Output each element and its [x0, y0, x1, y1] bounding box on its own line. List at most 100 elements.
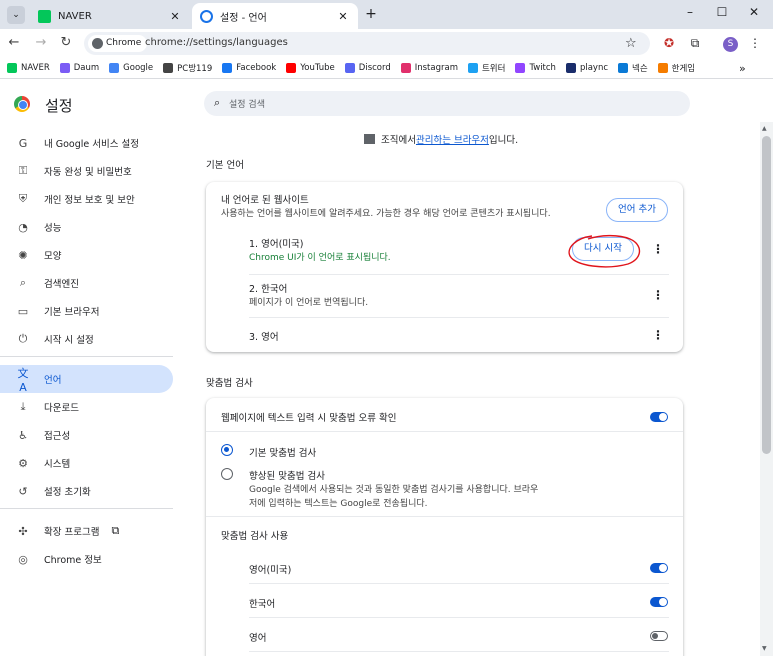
sidebar-item-default-browser[interactable]: ▭ 기본 브라우저: [0, 297, 173, 325]
url-text[interactable]: chrome://settings/languages: [145, 37, 288, 48]
divider: [249, 651, 669, 652]
site-info-chip[interactable]: Chrome: [88, 35, 148, 52]
search-placeholder: 설정 검색: [229, 100, 265, 110]
bookmark-item[interactable]: Twitch: [515, 63, 556, 73]
more-actions-icon[interactable]: ⋮: [652, 328, 664, 342]
tab-settings-language[interactable]: 설정 - 언어 ✕: [192, 3, 358, 29]
bookmark-item[interactable]: NAVER: [7, 63, 50, 73]
about-chrome-icon: ◎: [18, 552, 28, 566]
more-actions-icon[interactable]: ⋮: [652, 242, 664, 256]
sidebar-item-system[interactable]: ⚙ 시스템: [0, 449, 173, 477]
accessibility-icon: ♿: [18, 428, 28, 442]
spellcheck-language-toggle[interactable]: [650, 563, 668, 573]
spellcheck-language-name: 영어: [249, 633, 267, 644]
section-title-spellcheck: 맞춤법 검사: [206, 378, 253, 389]
bookmark-item[interactable]: 트위터: [467, 62, 505, 74]
extensions-puzzle-icon[interactable]: ⧉: [686, 36, 704, 51]
tab-search-chevron-icon[interactable]: ⌄: [7, 6, 25, 24]
bookmark-item[interactable]: Instagram: [400, 63, 458, 73]
sidebar-item-extensions[interactable]: ✣ 확장 프로그램 ⧉: [0, 517, 173, 545]
bookmark-label: 넥슨: [632, 64, 648, 74]
spellcheck-use-title: 맞춤법 검사 사용: [221, 531, 289, 542]
bookmark-favicon-icon: [7, 63, 17, 73]
sidebar-item-privacy[interactable]: ⛨ 개인 정보 보호 및 보안: [0, 185, 173, 213]
bookmark-item[interactable]: 넥슨: [618, 62, 648, 74]
scroll-down-arrow-icon[interactable]: ▼: [762, 645, 767, 652]
sidebar-item-on-startup[interactable]: ⏻ 시작 시 설정: [0, 325, 173, 353]
sidebar-item-performance[interactable]: ◔ 성능: [0, 213, 173, 241]
managed-browser-link[interactable]: 관리하는 브라우저: [416, 132, 489, 146]
forward-arrow-icon[interactable]: →: [32, 35, 50, 50]
bookmark-favicon-icon: [163, 63, 174, 73]
bookmark-item[interactable]: Discord: [344, 63, 391, 73]
tab-naver[interactable]: NAVER ✕: [30, 3, 190, 29]
spellcheck-toggle[interactable]: [650, 412, 668, 422]
sidebar-item-label: 접근성: [44, 431, 71, 442]
sidebar-item-search-engine[interactable]: ⌕ 검색엔진: [0, 269, 173, 297]
sidebar-item-downloads[interactable]: ⤓ 다운로드: [0, 393, 173, 421]
default-browser-icon: ▭: [17, 304, 29, 318]
tab-strip: ⌄ NAVER ✕ 설정 - 언어 ✕ + – ☐ ✕: [0, 0, 773, 29]
minimize-icon[interactable]: –: [676, 5, 704, 19]
chrome-menu-icon[interactable]: ⋮: [746, 36, 764, 50]
settings-gear-favicon-icon: [200, 9, 213, 23]
bookmark-item[interactable]: 한게임: [657, 62, 695, 74]
bookmark-item[interactable]: plaync: [565, 63, 608, 73]
sidebar-item-google-services[interactable]: G 내 Google 서비스 설정: [0, 129, 173, 157]
sidebar-divider: [0, 356, 173, 357]
bookmark-item[interactable]: PC방119: [163, 62, 212, 74]
bookmark-label: Instagram: [414, 63, 458, 73]
browser-toolbar: ← → ↻ Chrome chrome://settings/languages…: [0, 29, 773, 58]
close-tab-icon[interactable]: ✕: [336, 10, 350, 23]
settings-search-input[interactable]: ⌕ 설정 검색: [204, 91, 690, 116]
bookmark-favicon-icon: [618, 63, 629, 73]
bookmark-favicon-icon: [515, 63, 526, 73]
system-icon: ⚙: [18, 456, 28, 470]
extensions-icon: ✣: [18, 524, 28, 538]
scrollbar-thumb[interactable]: [762, 136, 771, 454]
basic-spellcheck-label: 기본 맞춤법 검사: [249, 448, 317, 459]
profile-avatar[interactable]: S: [723, 37, 738, 52]
sidebar-item-reset[interactable]: ↺ 설정 초기화: [0, 477, 173, 505]
bookmark-label: Discord: [358, 63, 391, 73]
more-actions-icon[interactable]: ⋮: [652, 288, 664, 302]
back-arrow-icon[interactable]: ←: [5, 35, 23, 50]
sidebar-item-autofill[interactable]: ⚿ 자동 완성 및 비밀번호: [0, 157, 173, 185]
add-language-button[interactable]: 언어 추가: [606, 198, 668, 222]
close-window-icon[interactable]: ✕: [740, 5, 768, 19]
extension-icon[interactable]: ✪: [660, 36, 678, 50]
enhanced-spellcheck-radio[interactable]: [221, 468, 233, 480]
managed-browser-notice: 조직에서 관리하는 브라우저 입니다.: [364, 132, 518, 146]
bookmark-favicon-icon: [344, 63, 355, 73]
languages-icon: 文A: [17, 366, 29, 394]
close-tab-icon[interactable]: ✕: [168, 10, 182, 23]
maximize-icon[interactable]: ☐: [708, 5, 736, 19]
spellcheck-language-toggle[interactable]: [650, 597, 668, 607]
sidebar-item-accessibility[interactable]: ♿ 접근성: [0, 421, 173, 449]
search-icon: ⌕: [214, 96, 221, 109]
spellcheck-language-toggle[interactable]: [650, 631, 668, 641]
bookmark-item[interactable]: YouTube: [286, 63, 335, 73]
bookmark-favicon-icon: [657, 63, 668, 73]
language-item-sub: Chrome UI가 이 언어로 표시됩니다.: [249, 253, 391, 263]
bookmark-item[interactable]: Facebook: [222, 63, 276, 73]
sidebar-item-label: 언어: [44, 375, 62, 386]
sidebar-item-label: 개인 정보 보호 및 보안: [44, 195, 135, 206]
google-services-icon: G: [18, 136, 28, 150]
basic-spellcheck-radio[interactable]: [221, 444, 233, 456]
card-description: 사용하는 언어를 웹사이트에 알려주세요. 가능한 경우 해당 언어로 콘텐츠가…: [221, 209, 551, 219]
bookmark-item[interactable]: Daum: [59, 63, 99, 73]
new-tab-plus-icon[interactable]: +: [363, 6, 379, 22]
bookmark-item[interactable]: Google: [109, 63, 153, 73]
divider: [206, 431, 683, 432]
more-bookmarks-icon[interactable]: »: [739, 62, 746, 75]
sidebar-item-appearance[interactable]: ✺ 모양: [0, 241, 173, 269]
reload-icon[interactable]: ↻: [57, 35, 75, 50]
sidebar-item-languages[interactable]: 文A 언어: [0, 365, 173, 394]
bookmark-star-icon[interactable]: ☆: [625, 36, 637, 51]
address-bar[interactable]: Chrome chrome://settings/languages ☆: [84, 32, 650, 55]
scroll-up-arrow-icon[interactable]: ▲: [762, 125, 767, 132]
sidebar-item-about-chrome[interactable]: ◎ Chrome 정보: [0, 545, 173, 573]
on-startup-icon: ⏻: [18, 332, 28, 345]
bookmark-label: Facebook: [236, 63, 277, 73]
